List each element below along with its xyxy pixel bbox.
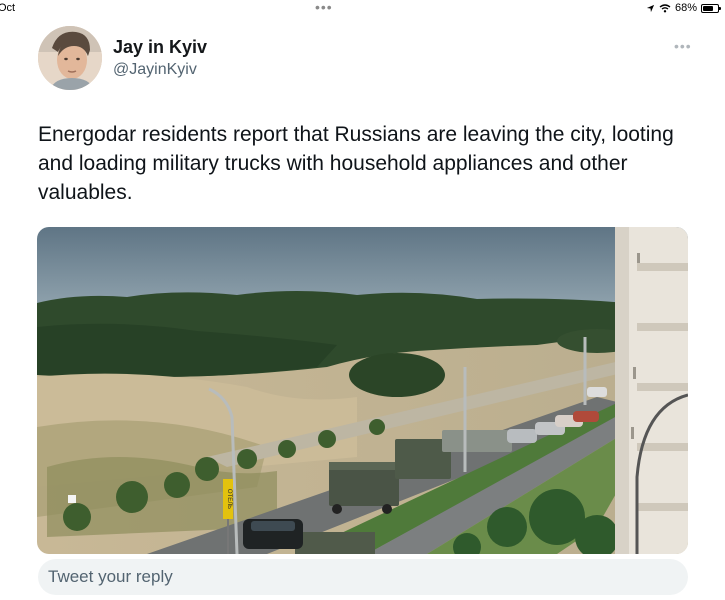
more-horizontal-icon[interactable]: ••• [674, 38, 692, 54]
author-name[interactable]: Jay in Kyiv [113, 37, 207, 58]
battery-icon [701, 3, 721, 13]
tweet-media-image[interactable]: ОТЕЛЬ [37, 227, 688, 554]
media-photo: ОТЕЛЬ [37, 227, 688, 554]
hotel-sign-text: ОТЕЛЬ [226, 489, 232, 509]
status-right: 68% [646, 2, 721, 14]
status-bar: Oct ••• 68% [0, 0, 725, 18]
battery-fill [703, 5, 713, 11]
reply-input[interactable]: Tweet your reply [38, 559, 688, 595]
author-handle[interactable]: @JayinKyiv [113, 61, 197, 79]
tweet-text: Energodar residents report that Russians… [38, 123, 674, 204]
status-time: Oct [0, 2, 16, 14]
location-arrow-icon [646, 4, 655, 12]
avatar[interactable] [38, 26, 102, 90]
battery-percent: 68% [674, 2, 697, 14]
wifi-icon [659, 3, 671, 12]
multitask-dots-icon[interactable]: ••• [315, 0, 333, 14]
avatar-image [38, 26, 102, 90]
reply-placeholder: Tweet your reply [48, 567, 173, 586]
